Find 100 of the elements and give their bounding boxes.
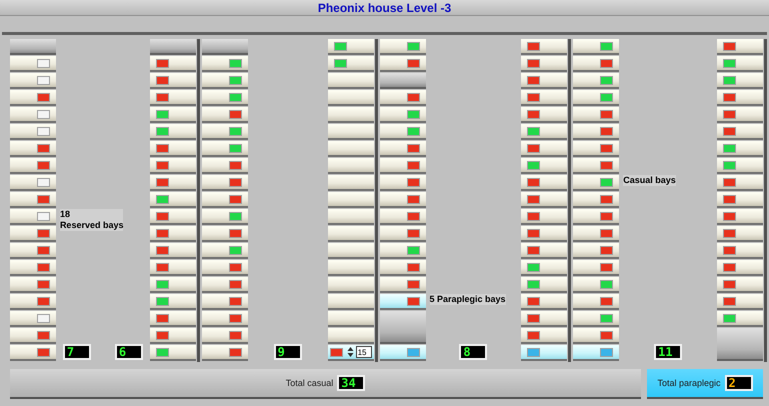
bay-button[interactable] [202,226,248,242]
bay-button[interactable] [380,39,426,55]
bay-button[interactable] [380,243,426,259]
bay-button[interactable] [328,141,374,157]
total-button[interactable]: Total paraplegic 2 [647,369,763,399]
bay-button[interactable] [10,192,56,208]
bay-button[interactable] [573,39,620,55]
bay-button[interactable] [573,192,620,208]
bay-button[interactable] [521,141,568,157]
bay-button[interactable] [202,192,248,208]
bay-button[interactable] [328,294,374,310]
bay-button[interactable] [521,243,568,259]
bay-button[interactable] [150,124,196,140]
bay-button[interactable] [328,39,374,55]
bay-button[interactable] [380,345,426,361]
bay-button[interactable] [521,90,568,106]
bay-button[interactable] [717,311,764,327]
bay-button[interactable] [521,107,568,123]
bay-button[interactable] [328,226,374,242]
bay-button[interactable] [380,90,426,106]
bay-button[interactable] [202,243,248,259]
bay-button[interactable] [380,175,426,191]
bay-button[interactable] [10,226,56,242]
bay-button[interactable] [521,73,568,89]
number-field[interactable]: 15 [356,346,372,358]
bay-button[interactable] [10,294,56,310]
bay-button[interactable] [328,243,374,259]
bay-button[interactable] [380,277,426,293]
bay-button[interactable] [150,243,196,259]
bay-button[interactable] [328,124,374,140]
bay-button[interactable] [717,226,764,242]
bay-button[interactable] [202,175,248,191]
bay-button[interactable] [10,260,56,276]
bay-button[interactable] [328,90,374,106]
bay-button[interactable] [328,192,374,208]
spinner-arrows-icon[interactable] [346,346,354,358]
bay-button[interactable] [573,328,620,344]
bay-button[interactable] [380,124,426,140]
bay-button[interactable] [521,294,568,310]
bay-button[interactable] [717,277,764,293]
bay-button[interactable] [328,73,374,89]
bay-button[interactable] [150,345,196,361]
bay-button[interactable] [380,226,426,242]
bay-button[interactable] [202,311,248,327]
bay-button[interactable] [150,73,196,89]
bay-button[interactable] [202,56,248,72]
bay-button[interactable] [150,175,196,191]
bay-button[interactable] [150,158,196,174]
bay-button[interactable] [328,311,374,327]
bay-button[interactable] [202,158,248,174]
bay-button[interactable] [573,56,620,72]
bay-button[interactable] [10,124,56,140]
bay-button[interactable] [150,277,196,293]
bay-button[interactable] [202,124,248,140]
bay-button[interactable] [717,56,764,72]
bay-button[interactable] [328,158,374,174]
bay-button[interactable] [10,345,56,361]
bay-button[interactable] [328,260,374,276]
bay-button[interactable] [573,73,620,89]
bay-button[interactable] [573,209,620,225]
bay-button[interactable] [380,192,426,208]
bay-button[interactable] [380,209,426,225]
bay-button[interactable] [150,209,196,225]
bay-button[interactable] [521,226,568,242]
bay-button[interactable] [573,243,620,259]
bay-button[interactable] [717,192,764,208]
bay-button[interactable] [10,141,56,157]
bay-button[interactable] [717,158,764,174]
bay-button[interactable] [150,56,196,72]
bay-button[interactable] [717,175,764,191]
bay-button[interactable] [202,328,248,344]
bay-button[interactable] [150,260,196,276]
bay-button[interactable] [521,39,568,55]
bay-button[interactable] [328,56,374,72]
bay-button[interactable] [521,277,568,293]
bay-button[interactable]: 15 [328,345,374,361]
bay-button[interactable] [202,107,248,123]
bay-button[interactable] [717,124,764,140]
bay-button[interactable] [150,107,196,123]
bay-button[interactable] [10,107,56,123]
bay-button[interactable] [10,277,56,293]
bay-button[interactable] [150,192,196,208]
bay-button[interactable] [380,107,426,123]
bay-button[interactable] [202,73,248,89]
bay-button[interactable] [150,141,196,157]
bay-button[interactable] [521,311,568,327]
bay-button[interactable] [202,260,248,276]
bay-button[interactable] [573,124,620,140]
bay-button[interactable] [521,345,568,361]
bay-button[interactable] [150,226,196,242]
bay-button[interactable] [573,294,620,310]
bay-button[interactable] [717,141,764,157]
bay-button[interactable] [10,56,56,72]
bay-button[interactable] [717,39,764,55]
bay-button[interactable] [521,328,568,344]
bay-button[interactable] [10,175,56,191]
bay-button[interactable] [521,260,568,276]
bay-button[interactable] [380,56,426,72]
bay-button[interactable] [202,90,248,106]
bay-button[interactable] [573,141,620,157]
